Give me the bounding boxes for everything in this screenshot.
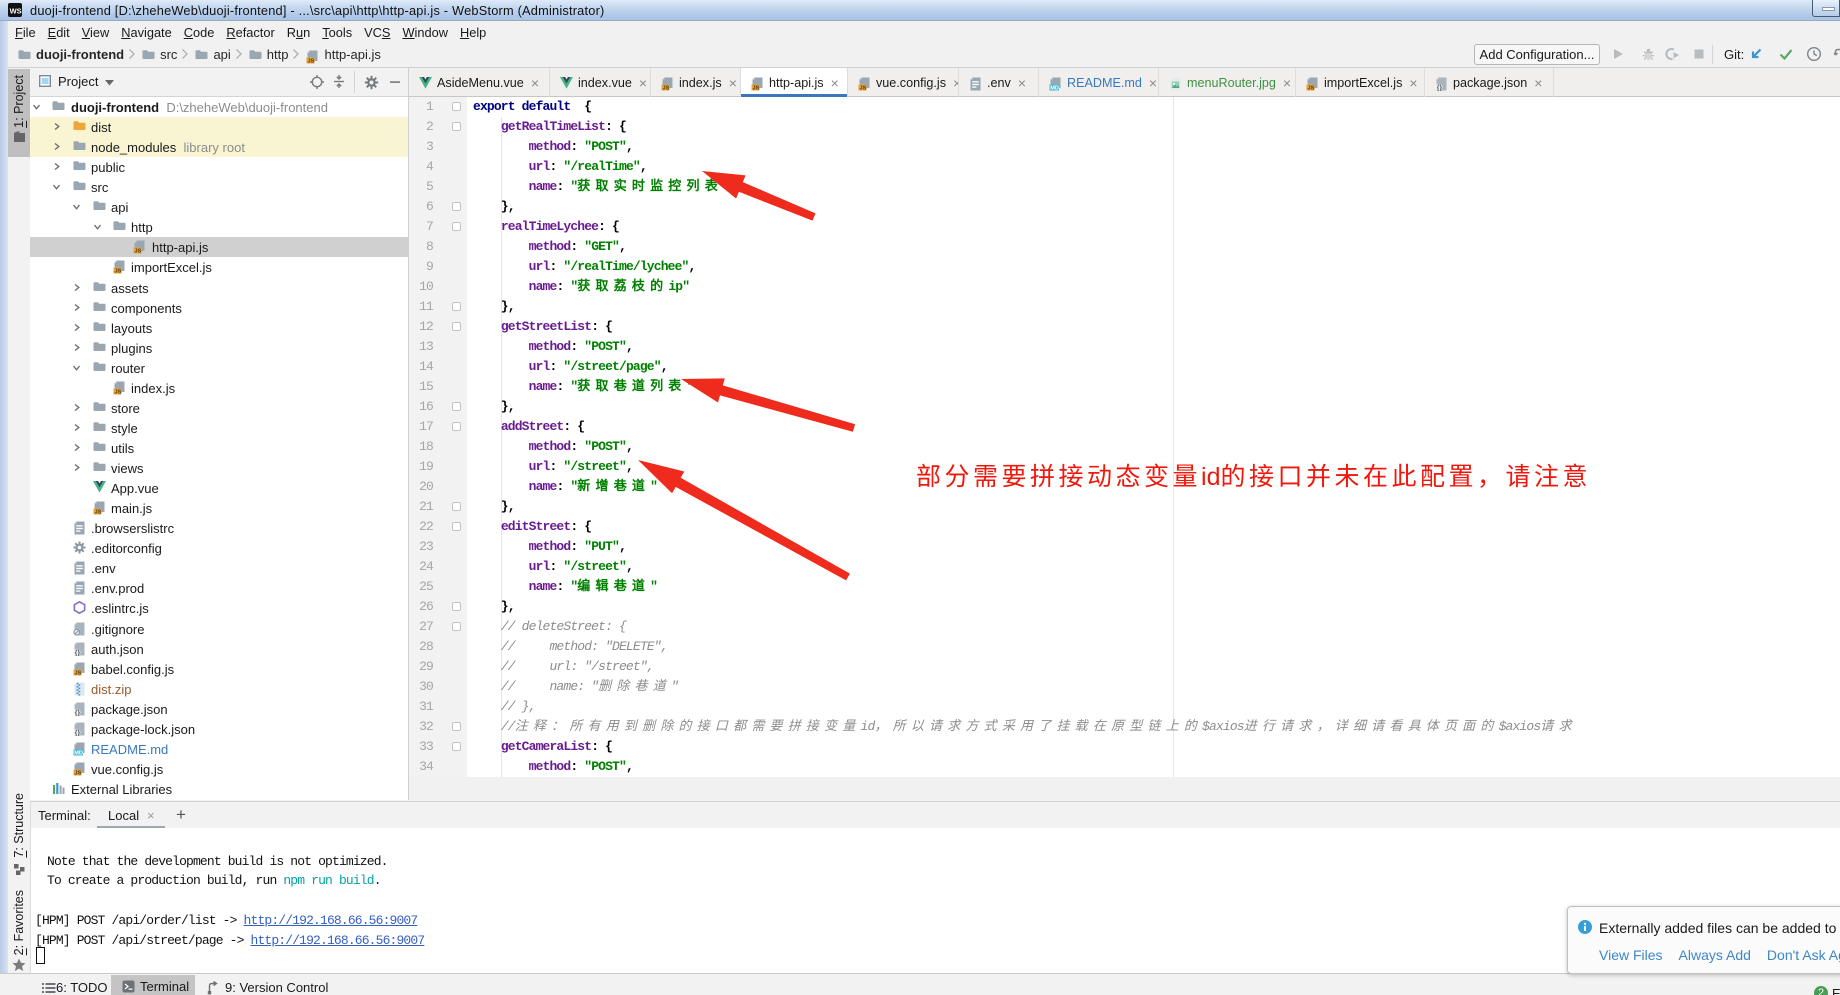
svg-text:JS: JS: [135, 249, 142, 254]
svg-text:{}: {}: [1437, 84, 1443, 90]
svg-text:MD: MD: [1050, 85, 1059, 90]
svg-text:JS: JS: [115, 269, 122, 274]
svg-text:JS: JS: [308, 59, 315, 64]
svg-text:MD: MD: [74, 751, 83, 756]
svg-text:WS: WS: [10, 7, 22, 16]
svg-text:JS: JS: [860, 85, 867, 90]
svg-text:JS: JS: [75, 671, 82, 676]
svg-text:{}: {}: [75, 730, 81, 736]
svg-text:{}: {}: [75, 710, 81, 716]
svg-text:JS: JS: [115, 390, 122, 395]
svg-text:{}: {}: [75, 650, 81, 656]
svg-text:JS: JS: [663, 85, 670, 90]
svg-text:JS: JS: [95, 510, 102, 515]
svg-text:JS: JS: [753, 85, 760, 90]
svg-text:JS: JS: [75, 771, 82, 776]
svg-text:JS: JS: [1308, 85, 1315, 90]
